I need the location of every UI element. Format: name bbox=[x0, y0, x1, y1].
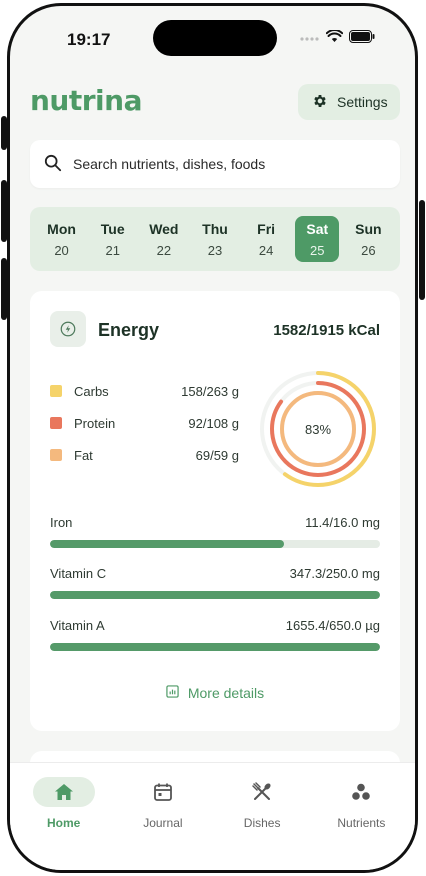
wifi-icon bbox=[325, 29, 344, 48]
energy-card: Energy 1582/1915 kCal Carbs 158/263 g Pr… bbox=[30, 291, 400, 731]
more-details-label[interactable]: More details bbox=[188, 685, 264, 701]
progress-fill bbox=[50, 591, 380, 599]
utensils-icon bbox=[231, 777, 293, 807]
day-number: 22 bbox=[156, 242, 172, 258]
protein-color-swatch bbox=[50, 417, 62, 429]
macro-value: 69/59 g bbox=[195, 447, 239, 463]
day-name: Tue bbox=[100, 220, 125, 237]
signal-icon bbox=[300, 30, 320, 48]
tab-nutrients[interactable]: Nutrients bbox=[312, 763, 411, 870]
tab-home[interactable]: Home bbox=[14, 763, 113, 870]
progress-fill bbox=[50, 643, 380, 651]
energy-icon bbox=[50, 311, 86, 347]
nutrient-name: Vitamin C bbox=[50, 566, 107, 581]
phone-screen: 19:17 nutrina Settings Search nutrients,… bbox=[7, 3, 418, 873]
nutrient-name: Vitamin A bbox=[50, 618, 105, 633]
tab-dishes[interactable]: Dishes bbox=[213, 763, 312, 870]
home-icon bbox=[32, 777, 95, 807]
nutrient-progress-bar bbox=[50, 540, 380, 548]
dynamic-island bbox=[153, 20, 277, 56]
more-details-link[interactable]: More details bbox=[30, 685, 400, 701]
search-bar[interactable]: Search nutrients, dishes, foods bbox=[30, 140, 400, 188]
search-icon bbox=[44, 154, 62, 175]
carbs-color-swatch bbox=[50, 385, 62, 397]
macro-label: Protein bbox=[74, 415, 116, 431]
nutrient-vitamin-c: Vitamin C 347.3/250.0 mg bbox=[50, 566, 380, 599]
day-wed[interactable]: Wed 22 bbox=[142, 216, 186, 262]
day-sun[interactable]: Sun 26 bbox=[346, 216, 390, 262]
macro-protein: Protein 92/108 g bbox=[50, 413, 239, 433]
day-tue[interactable]: Tue 21 bbox=[91, 216, 135, 262]
day-number: 26 bbox=[361, 242, 376, 258]
nutrient-vitamin-a: Vitamin A 1655.4/650.0 µg bbox=[50, 618, 380, 651]
energy-ring-chart: 83% bbox=[260, 371, 376, 487]
day-name: Mon bbox=[47, 220, 76, 237]
search-placeholder[interactable]: Search nutrients, dishes, foods bbox=[73, 156, 265, 172]
tab-label: Dishes bbox=[243, 816, 281, 830]
status-time: 19:17 bbox=[67, 30, 111, 49]
fat-color-swatch bbox=[50, 449, 62, 461]
week-day-selector: Mon 20 Tue 21 Wed 22 Thu 23 Fri 24 Sat 25 Sun 2… bbox=[30, 207, 400, 271]
day-number: 23 bbox=[207, 242, 223, 258]
tab-label: Nutrients bbox=[337, 816, 386, 830]
day-sat-selected[interactable]: Sat 25 bbox=[295, 216, 340, 262]
power-button bbox=[419, 200, 425, 300]
tab-label: Home bbox=[46, 816, 81, 830]
day-number: 24 bbox=[258, 242, 274, 258]
battery-icon bbox=[349, 30, 375, 48]
macro-label: Carbs bbox=[74, 383, 109, 399]
nutrient-value: 1655.4/650.0 µg bbox=[285, 618, 380, 633]
settings-label: Settings bbox=[337, 94, 388, 110]
bottom-tab-bar: Home Journal Dishes Nutrients bbox=[10, 762, 415, 870]
tab-journal[interactable]: Journal bbox=[113, 763, 212, 870]
day-name: Sat bbox=[306, 220, 329, 237]
progress-fill bbox=[50, 540, 285, 548]
day-number: 21 bbox=[105, 242, 120, 258]
nutrient-value: 347.3/250.0 mg bbox=[289, 566, 380, 581]
nutrients-icon bbox=[330, 777, 392, 807]
day-name: Fri bbox=[257, 220, 276, 237]
macro-value: 158/263 g bbox=[181, 383, 239, 399]
energy-percent: 83% bbox=[305, 422, 331, 437]
day-fri[interactable]: Fri 24 bbox=[244, 216, 288, 262]
nutrient-value: 11.4/16.0 mg bbox=[305, 515, 380, 530]
app-logo: nutrina bbox=[30, 84, 143, 117]
nutrient-iron: Iron 11.4/16.0 mg bbox=[50, 515, 380, 548]
energy-total: 1582/1915 kCal bbox=[273, 322, 380, 339]
status-icons bbox=[300, 29, 375, 48]
day-name: Thu bbox=[202, 220, 228, 237]
day-number: 25 bbox=[310, 242, 325, 258]
macro-label: Fat bbox=[74, 447, 93, 463]
macro-carbs: Carbs 158/263 g bbox=[50, 381, 239, 401]
day-thu[interactable]: Thu 23 bbox=[193, 216, 237, 262]
nutrient-progress-bar bbox=[50, 591, 380, 599]
gear-icon bbox=[312, 93, 328, 112]
macro-value: 92/108 g bbox=[188, 415, 239, 431]
macro-fat: Fat 69/59 g bbox=[50, 445, 239, 465]
calendar-icon bbox=[132, 777, 194, 807]
tab-label: Journal bbox=[143, 816, 183, 830]
bar-chart-icon bbox=[166, 685, 179, 701]
settings-button[interactable]: Settings bbox=[298, 84, 400, 120]
nutrient-progress-bar bbox=[50, 643, 380, 651]
nutrient-name: Iron bbox=[50, 515, 73, 530]
day-name: Sun bbox=[355, 220, 382, 237]
day-name: Wed bbox=[149, 220, 179, 237]
energy-title: Energy bbox=[98, 320, 160, 340]
day-number: 20 bbox=[54, 242, 69, 258]
day-mon[interactable]: Mon 20 bbox=[40, 216, 84, 262]
